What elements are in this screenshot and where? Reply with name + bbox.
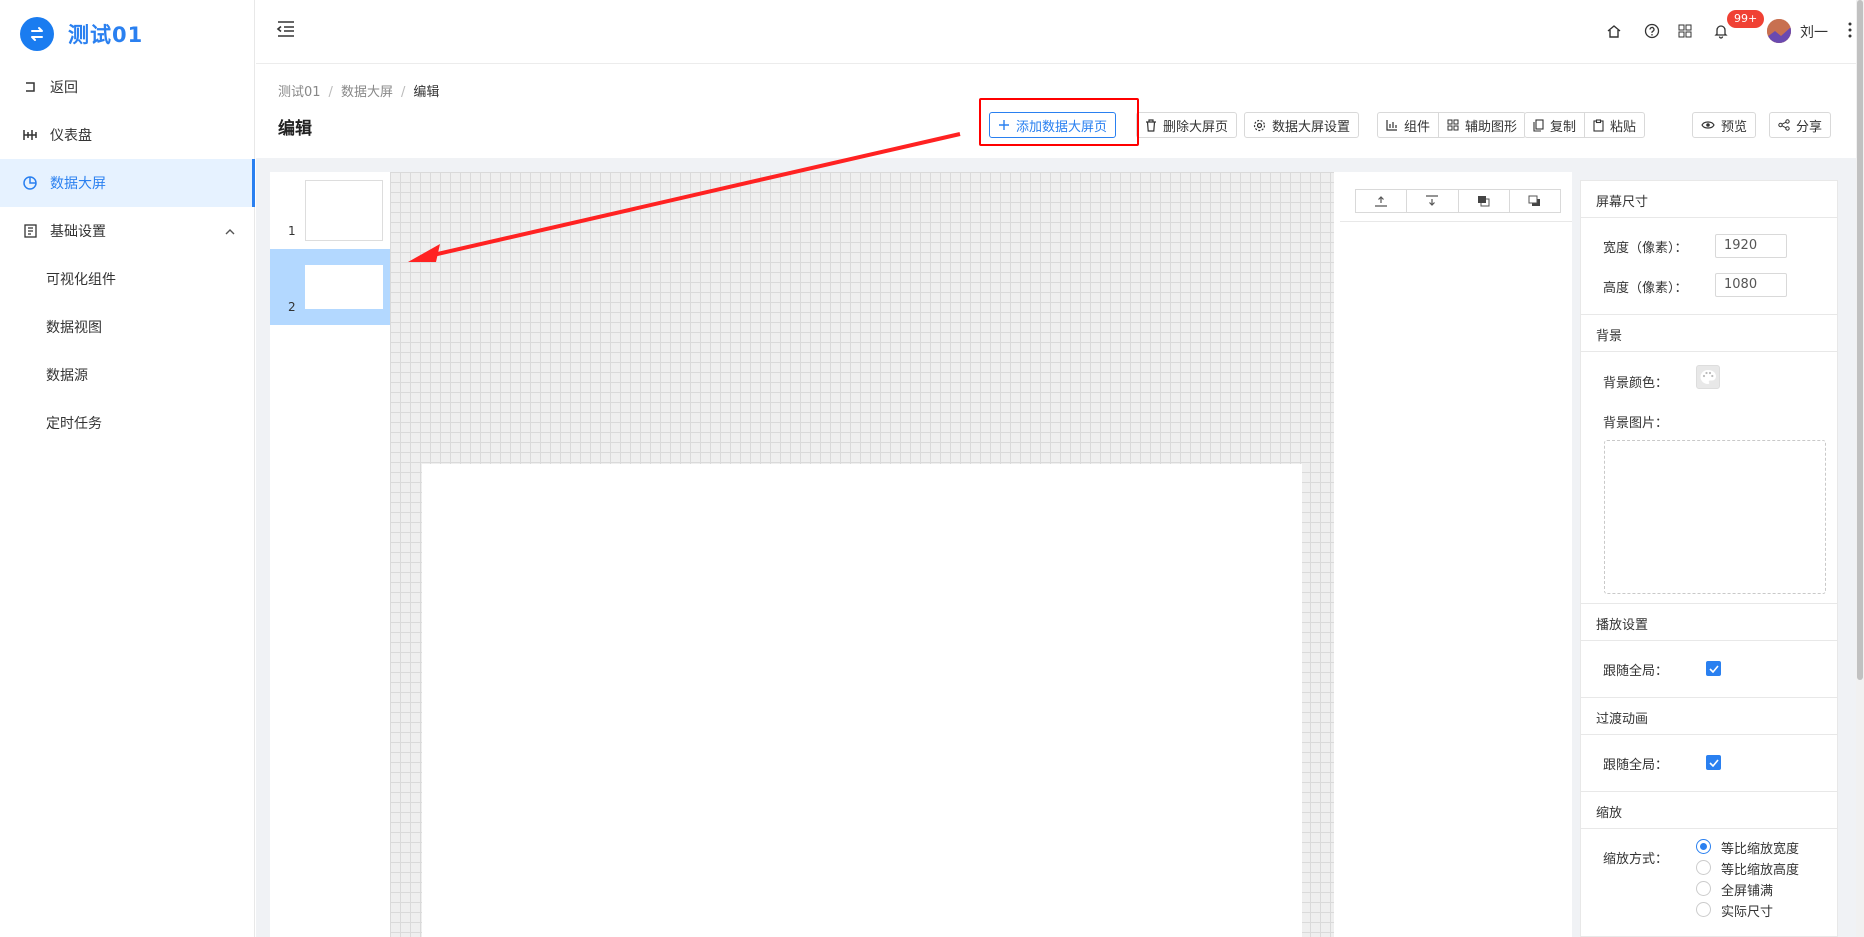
annotation-arrow bbox=[408, 132, 961, 262]
scrollbar-thumb[interactable] bbox=[1857, 0, 1863, 680]
page-scrollbar[interactable] bbox=[1856, 0, 1864, 937]
